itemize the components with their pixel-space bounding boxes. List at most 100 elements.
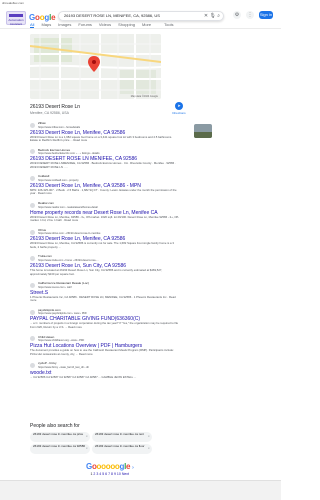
favicon-icon <box>30 362 35 368</box>
result-source[interactable]: payclickpink.com https://www.payclickpink… <box>30 308 200 315</box>
favicon-icon <box>30 282 35 288</box>
result-thumbnail[interactable] <box>194 124 212 138</box>
favicon-icon <box>30 176 35 182</box>
related-search-text: 26193 desert rose ln menifee ca rent <box>95 432 144 436</box>
search-icon[interactable]: ⌕ <box>217 13 220 19</box>
result-snippet: ... a C. numbers of projects in a foreig… <box>30 321 179 329</box>
map-graphic <box>30 34 161 99</box>
related-search-chip[interactable]: 26193 desert rose ln menifee ca price ⌕ <box>30 432 90 442</box>
assistant-bar <box>9 14 23 17</box>
result-source[interactable]: California Ice Restaurant Resale (Loc) ht… <box>30 282 200 289</box>
pagination: Goooooogle › 1 2 3 4 5 6 7 8 9 10 Next <box>86 462 134 476</box>
directions-icon: ➤ <box>175 102 183 110</box>
search-result: Bedrock Escrow Homes https://www.bedrocke… <box>30 148 200 170</box>
apps-icon[interactable]: ⋮ <box>246 11 254 19</box>
result-snippet: 26193 DESERT ROSE LNMENIFEE, CA 92586 · … <box>30 161 176 169</box>
source-url: https://www.ofirus.com › 26193-desert-ro… <box>38 232 101 236</box>
google-logo[interactable]: Google <box>29 13 56 22</box>
search-icon: ⌕ <box>148 434 150 438</box>
result-snippet: ... CA 92586 CA 92587 CA 92587 CA 92587 … <box>30 374 137 379</box>
result-snippet: 1 Phoenix Restaurants Inc, CA 92586 · DE… <box>30 294 176 303</box>
result-snippet: MPN: 326-325-007 · 2 Beds · 2.5 Baths · … <box>30 187 177 196</box>
source-url: https://www.zillow.com › homedetails <box>38 125 81 129</box>
assistant-widget[interactable]: Automation Assistant <box>6 11 26 26</box>
related-search-text: 26193 desert rose ln menifee ca price <box>33 432 84 436</box>
place-title: 26193 Desert Rose Ln <box>30 104 81 110</box>
result-snippet: 26193 Desert Rose Ln, Menifee, 92586 - 3… <box>30 214 179 223</box>
favicon-icon <box>30 336 35 342</box>
favicon-icon <box>30 202 35 208</box>
place-card: 26193 Desert Rose Ln Menifee, CA 92586, … <box>30 102 186 115</box>
related-search-text: 26193 desert rose ln menifee ca floor <box>95 444 145 448</box>
favicon-icon <box>30 309 35 315</box>
mic-icon[interactable]: 🎙 <box>209 13 215 19</box>
result-source[interactable]: Ofirus https://www.ofirus.com › 26193-des… <box>30 228 200 236</box>
search-result: cycloP - bit.ky https://www.bit.ky › stat… <box>30 362 200 379</box>
result-snippet: 26193 Desert Rose Ln, Menifee, CA 92586 … <box>30 241 174 249</box>
page-10[interactable]: 10 <box>117 472 121 476</box>
page-4[interactable]: 4 <box>99 472 101 476</box>
related-searches-grid: 26193 desert rose ln menifee ca price ⌕ 2… <box>30 432 152 454</box>
result-source[interactable]: Trulia.com https://www.trulia.com › home … <box>30 255 200 262</box>
search-result: Realtor.com https://www.realtor.com › rea… <box>30 202 200 223</box>
people-also-search: People also search for 26193 desert rose… <box>30 423 152 454</box>
directions-label: Directions <box>172 111 186 115</box>
signin-button[interactable]: Sign in <box>259 11 273 19</box>
source-url: https://www.bit.ky › state_farm6_last_di… <box>38 365 90 369</box>
pagination-logo: Goooooogle › <box>86 462 134 471</box>
location-map[interactable]: Map data ©2024 Google <box>30 34 161 99</box>
result-snippet: This home is located at 26193 Desert Ros… <box>30 267 163 276</box>
clear-icon[interactable]: ✕ <box>204 13 208 19</box>
footer-divider <box>0 480 281 481</box>
next-page-link[interactable]: Next <box>122 472 129 476</box>
favicon-icon <box>30 256 35 262</box>
source-url: https://www.coldwell.com › property <box>38 178 79 182</box>
source-url: https://www.childhaven.org › www › PDF <box>38 339 85 342</box>
source-url: https://www.ca-ice.com › calif <box>38 285 72 289</box>
result-source[interactable]: Child Haven https://www.childhaven.org › … <box>30 335 200 342</box>
related-search-chip[interactable]: 26193 desert rose ln menifee ca rent ⌕ <box>92 432 152 442</box>
result-snippet: 26193 Desert Rose Ln is a 1,682 square f… <box>30 134 173 143</box>
search-icon: ⌕ <box>86 446 88 450</box>
people-also-search-title: People also search for <box>30 423 80 429</box>
search-icon: ⌕ <box>86 434 88 438</box>
header-divider <box>0 28 281 29</box>
search-result: Coldwell https://www.coldwell.com › prope… <box>30 175 200 196</box>
header-actions: ⚙ ⋮ Sign in <box>233 11 273 19</box>
page-5[interactable]: 5 <box>102 472 104 476</box>
settings-icon[interactable]: ⚙ <box>233 11 241 19</box>
favicon-icon <box>30 149 35 155</box>
page-numbers: 1 2 3 4 5 6 7 8 9 10 Next <box>86 472 134 476</box>
result-source[interactable]: Zillow https://www.zillow.com › homedetai… <box>30 121 200 129</box>
search-result: Zillow https://www.zillow.com › homedetai… <box>30 121 212 143</box>
place-address: Menifee, CA 92586, USA <box>30 111 69 115</box>
search-input[interactable]: 26193 DESERT ROSE LN, MENIFEE, CA, 92586… <box>58 11 224 21</box>
page-9[interactable]: 9 <box>114 472 116 476</box>
page-8[interactable]: 8 <box>111 472 113 476</box>
related-search-text: 26193 desert rose ln menifee ca 92586 <box>33 444 86 448</box>
result-source[interactable]: Bedrock Escrow Homes https://www.bedrocke… <box>30 148 200 156</box>
favicon-icon <box>30 122 35 128</box>
directions-button[interactable]: ➤ Directions <box>164 102 194 115</box>
assistant-label: Automation Assistant <box>8 18 24 26</box>
result-source[interactable]: cycloP - bit.ky https://www.bit.ky › stat… <box>30 362 200 369</box>
result-snippet: The document provides a guide on how to … <box>30 348 174 356</box>
source-url: https://www.trulia.com › home › 26193-de… <box>38 258 99 262</box>
page-6[interactable]: 6 <box>105 472 107 476</box>
related-search-chip[interactable]: 26193 desert rose ln menifee ca 92586 ⌕ <box>30 444 90 454</box>
result-source[interactable]: Realtor.com https://www.realtor.com › rea… <box>30 202 200 209</box>
page-7[interactable]: 7 <box>108 472 110 476</box>
search-result: Trulia.com https://www.trulia.com › home … <box>30 255 200 276</box>
source-url: https://www.realtor.com › realestateandh… <box>38 205 98 209</box>
search-icon: ⌕ <box>148 446 150 450</box>
search-result: California Ice Restaurant Resale (Loc) ht… <box>30 282 200 303</box>
result-source[interactable]: Coldwell https://www.coldwell.com › prope… <box>30 175 200 182</box>
footer <box>0 480 281 500</box>
source-url: https://www.bedrockelectric.com › ... › … <box>38 152 100 156</box>
related-search-chip[interactable]: 26193 desert rose ln menifee ca floor ⌕ <box>92 444 152 454</box>
search-result: Ofirus https://www.ofirus.com › 26193-des… <box>30 228 200 250</box>
results-list: Zillow https://www.zillow.com › homedetai… <box>30 121 212 385</box>
favicon-icon <box>30 229 35 235</box>
search-query: 26193 DESERT ROSE LN, MENIFEE, CA, 92586… <box>64 13 160 18</box>
search-result: payclickpink.com https://www.payclickpink… <box>30 308 200 330</box>
